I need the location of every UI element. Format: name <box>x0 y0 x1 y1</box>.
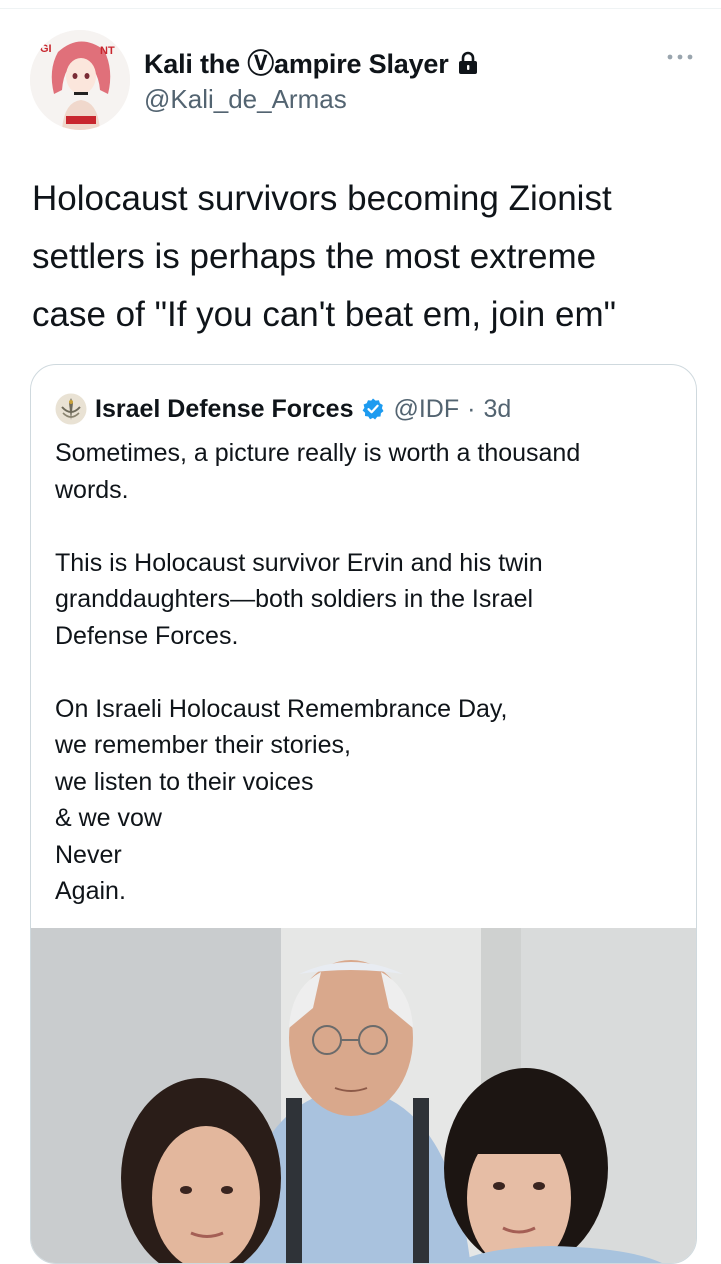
author-name-row[interactable]: Kali the Ⓥampire Slayer <box>144 42 479 81</box>
tweet-text: Holocaust survivors becoming Zionist set… <box>32 179 617 334</box>
idf-logo-icon[interactable] <box>55 393 87 425</box>
lock-icon <box>457 51 479 75</box>
author-handle[interactable]: @Kali_de_Armas <box>144 84 347 115</box>
more-options-icon[interactable] <box>666 50 694 62</box>
quoted-separator: · <box>467 394 476 423</box>
svg-text:NT: NT <box>100 45 115 57</box>
verified-badge-icon <box>361 397 385 421</box>
quoted-display-name[interactable]: Israel Defense Forces <box>95 395 353 424</box>
author-display-name[interactable]: Kali the Ⓥampire Slayer <box>144 42 449 81</box>
quoted-timestamp[interactable]: 3d <box>483 395 511 424</box>
svg-text:GI: GI <box>40 43 52 55</box>
quoted-handle[interactable]: @IDF <box>393 395 459 424</box>
photo-elderly-man-and-two-granddaughters[interactable] <box>31 928 696 1263</box>
top-divider <box>0 8 721 9</box>
quoted-tweet-text: Sometimes, a picture really is worth a t… <box>55 439 581 905</box>
quoted-tweet-header: Israel Defense Forces @IDF · 3d <box>55 393 511 425</box>
anime-avatar-icon[interactable]: GI NT <box>30 30 130 130</box>
quoted-tweet-card[interactable]: Israel Defense Forces @IDF · 3d Sometime… <box>30 364 697 1264</box>
